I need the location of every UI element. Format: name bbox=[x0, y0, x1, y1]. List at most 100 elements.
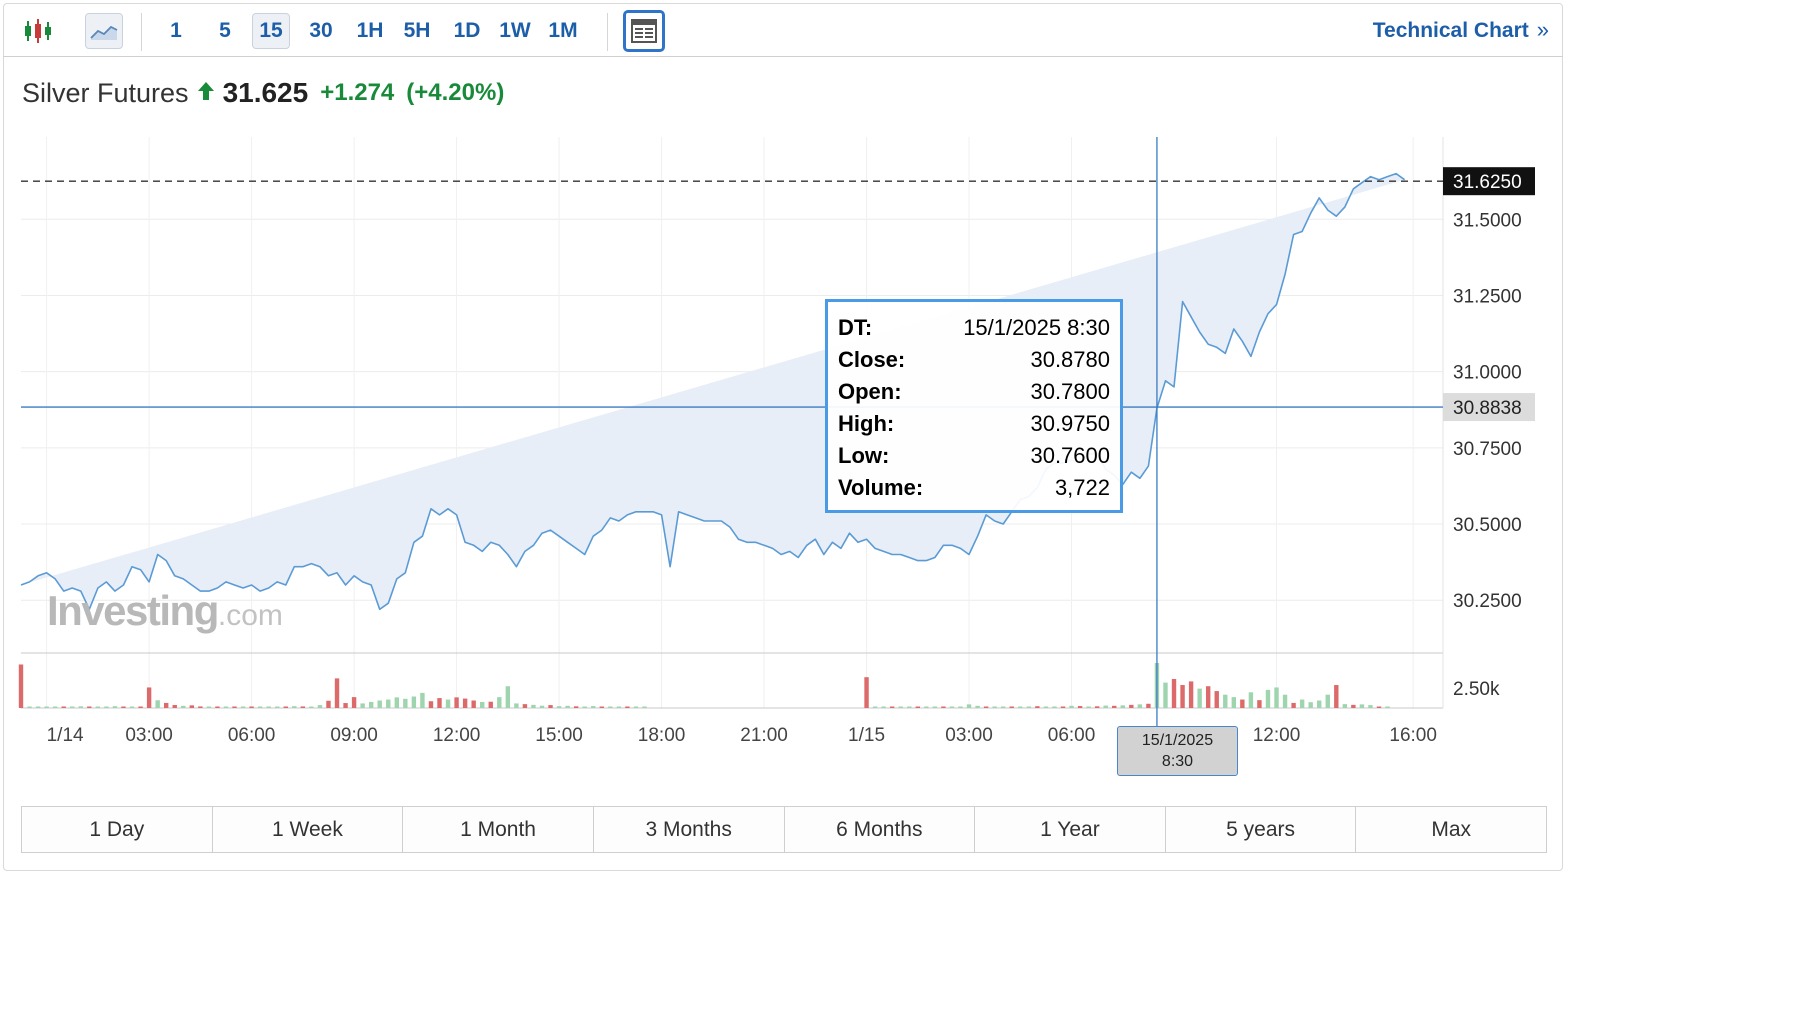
tooltip-value: 30.7600 bbox=[1030, 443, 1110, 468]
volume-bar bbox=[351, 697, 357, 708]
volume-bar bbox=[1274, 687, 1279, 708]
volume-bar bbox=[1368, 705, 1373, 708]
tooltip-value: 30.9750 bbox=[1030, 411, 1110, 436]
x-tick-label: 16:00 bbox=[1389, 725, 1437, 746]
tooltip-row-high: High: 30.9750 bbox=[838, 408, 1110, 440]
range-max[interactable]: Max bbox=[1356, 807, 1546, 852]
volume-bar bbox=[454, 697, 459, 708]
volume-bar bbox=[907, 706, 912, 708]
volume-bar bbox=[1248, 692, 1254, 708]
volume-bar bbox=[505, 686, 511, 708]
volume-bar bbox=[941, 706, 946, 708]
volume-bar bbox=[872, 706, 878, 708]
volume-bar bbox=[1308, 702, 1313, 708]
volume-bar bbox=[155, 700, 160, 708]
volume-bar bbox=[1359, 704, 1365, 708]
volume-bar bbox=[70, 706, 75, 708]
volume-bar bbox=[975, 705, 980, 708]
x-tick-label: 03:00 bbox=[945, 725, 993, 746]
volume-bar bbox=[1223, 694, 1228, 708]
tooltip-key: Close: bbox=[838, 347, 906, 372]
y-tick-label: 30.5000 bbox=[1453, 515, 1522, 536]
volume-bar bbox=[548, 705, 553, 708]
volume-bar bbox=[497, 697, 502, 708]
volume-bar bbox=[1001, 706, 1006, 708]
volume-bar bbox=[1077, 706, 1083, 708]
volume-bar bbox=[625, 706, 630, 708]
volume-bar bbox=[582, 706, 587, 708]
volume-bar bbox=[232, 706, 237, 708]
volume-bar bbox=[1052, 706, 1057, 708]
range-5-years[interactable]: 5 years bbox=[1165, 807, 1357, 852]
volume-bar bbox=[1026, 706, 1032, 708]
volume-bar bbox=[514, 703, 519, 708]
tooltip-value: 30.7800 bbox=[1030, 379, 1110, 404]
range-1-month[interactable]: 1 Month bbox=[403, 807, 594, 852]
time-flag-time: 8:30 bbox=[1161, 753, 1194, 770]
time-flag-date: 15/1/2025 bbox=[1141, 732, 1214, 749]
volume-bar bbox=[1103, 705, 1108, 708]
volume-bar bbox=[591, 706, 596, 708]
volume-bar bbox=[87, 706, 92, 708]
volume-bar bbox=[215, 706, 220, 708]
volume-bar bbox=[1317, 700, 1322, 708]
volume-bar bbox=[1188, 681, 1194, 708]
volume-bar bbox=[1086, 706, 1091, 708]
x-tick-label: 03:00 bbox=[125, 725, 173, 746]
volume-bar bbox=[1129, 704, 1134, 708]
range-3-months[interactable]: 3 Months bbox=[593, 807, 785, 852]
volume-bar bbox=[411, 696, 417, 708]
logo-suffix: .com bbox=[217, 599, 283, 632]
volume-bar bbox=[1146, 703, 1151, 708]
range-selector: 1 Day 1 Week 1 Month 3 Months 6 Months 1… bbox=[21, 806, 1547, 853]
range-6-months[interactable]: 6 Months bbox=[784, 807, 976, 852]
volume-bar bbox=[275, 706, 280, 708]
tooltip-value: 3,722 bbox=[1054, 475, 1110, 500]
crosshair-price-label: 30.8838 bbox=[1453, 398, 1522, 419]
volume-tick-label: 2.50k bbox=[1453, 679, 1500, 700]
volume-bar bbox=[599, 706, 604, 708]
volume-bar bbox=[488, 701, 493, 708]
volume-bar bbox=[189, 705, 195, 708]
volume-bar bbox=[52, 706, 58, 708]
volume-bar bbox=[480, 701, 485, 708]
volume-bar bbox=[1137, 704, 1143, 708]
volume-bar bbox=[992, 706, 997, 708]
volume-bar bbox=[949, 706, 955, 708]
volume-bar bbox=[27, 706, 32, 708]
tooltip-key: Low: bbox=[838, 443, 890, 468]
volume-bar bbox=[1094, 706, 1100, 708]
volume-bar bbox=[35, 706, 41, 708]
volume-bar bbox=[420, 692, 425, 708]
volume-bar bbox=[1205, 686, 1211, 708]
volume-bar bbox=[1171, 678, 1177, 708]
x-tick-label: 1/15 bbox=[848, 725, 885, 746]
x-tick-label: 06:00 bbox=[228, 725, 276, 746]
volume-bar bbox=[471, 700, 476, 708]
x-tick-label: 06:00 bbox=[1048, 725, 1096, 746]
crosshair-time-flag: 15/1/2025 8:30 bbox=[1117, 726, 1238, 776]
volume-bar bbox=[983, 706, 989, 708]
volume-bar bbox=[1060, 706, 1066, 708]
volume-bar bbox=[343, 703, 348, 708]
volume-bar bbox=[642, 706, 647, 708]
volume-bar bbox=[386, 699, 391, 708]
volume-bar bbox=[129, 706, 135, 708]
last-price-label: 31.6250 bbox=[1453, 172, 1522, 193]
range-1-year[interactable]: 1 Year bbox=[975, 807, 1166, 852]
range-1-day[interactable]: 1 Day bbox=[22, 807, 213, 852]
volume-bar bbox=[1112, 705, 1117, 708]
tooltip-row-open: Open: 30.7800 bbox=[838, 376, 1110, 408]
range-1-week[interactable]: 1 Week bbox=[212, 807, 404, 852]
volume-bar bbox=[198, 706, 203, 708]
x-tick-label: 1/14 bbox=[47, 725, 84, 746]
price-chart[interactable]: 2.50k 30.2500 30.5000 30.7500 31.0000 31.2500… bbox=[0, 0, 1568, 800]
volume-bar bbox=[1214, 691, 1219, 708]
volume-bar bbox=[394, 697, 399, 708]
volume-bar bbox=[360, 703, 365, 708]
volume-bar bbox=[317, 705, 323, 708]
volume-bar bbox=[958, 706, 963, 708]
volume-bar bbox=[368, 701, 374, 708]
volume-bar bbox=[326, 700, 331, 708]
volume-bar bbox=[915, 706, 920, 708]
